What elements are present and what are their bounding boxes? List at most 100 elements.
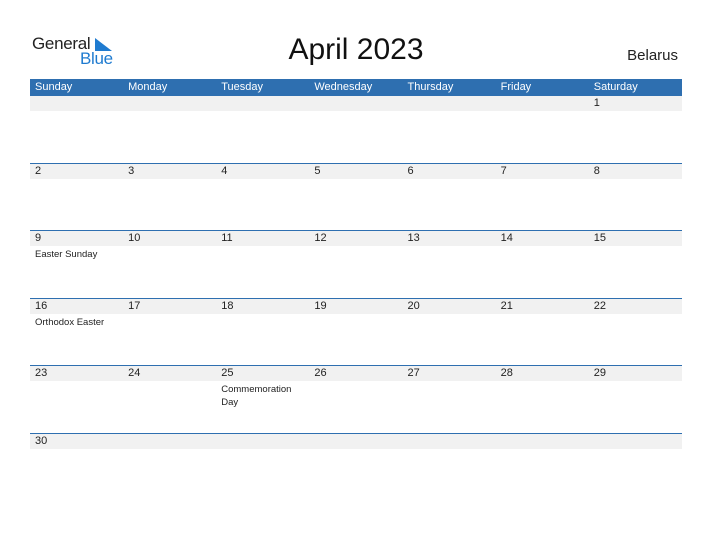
day-number xyxy=(314,96,402,111)
day-number: 8 xyxy=(593,164,600,177)
day-cell: 3 xyxy=(123,164,216,179)
week-cells: 30 xyxy=(30,434,682,449)
day-number: 18 xyxy=(221,299,234,312)
day-cell xyxy=(403,96,496,111)
day-cell xyxy=(496,96,589,111)
day-number: 4 xyxy=(221,164,228,177)
day-number xyxy=(128,434,216,449)
day-number: 16 xyxy=(35,299,48,312)
day-cell: 29 xyxy=(589,366,682,409)
day-number xyxy=(594,434,682,449)
day-number xyxy=(221,434,309,449)
weekday-friday: Friday xyxy=(500,81,532,93)
day-number: 12 xyxy=(314,232,327,244)
day-number xyxy=(501,434,589,449)
week-row: 1 xyxy=(30,96,682,163)
day-number: 13 xyxy=(407,232,420,244)
day-number xyxy=(408,434,496,449)
day-number: 15 xyxy=(593,232,606,244)
day-number: 23 xyxy=(35,367,48,379)
day-cell xyxy=(216,96,309,111)
day-number: 2 xyxy=(35,164,42,177)
day-cell: 27 xyxy=(403,366,496,409)
day-number: 30 xyxy=(35,434,48,447)
day-number: 14 xyxy=(500,232,513,244)
day-cell xyxy=(496,434,589,449)
day-cell xyxy=(309,434,402,449)
day-number: 19 xyxy=(314,299,327,312)
day-cell: 28 xyxy=(496,366,589,409)
day-number xyxy=(35,96,123,111)
day-cell: 13 xyxy=(403,231,496,261)
day-number xyxy=(408,96,496,111)
day-number xyxy=(314,434,402,449)
calendar-grid: Sunday Monday Tuesday Wednesday Thursday… xyxy=(30,79,682,500)
day-cell xyxy=(123,434,216,449)
day-cell: 15 xyxy=(589,231,682,261)
weeks-container: 1 2 3 4 5 6 7 8 9 Easter Sunday 10 11 12 13 14 15 16 Orth… xyxy=(30,96,682,500)
weekday-sunday: Sunday xyxy=(35,81,73,93)
day-number: 26 xyxy=(314,367,327,379)
day-number: 5 xyxy=(314,164,321,177)
day-cell: 21 xyxy=(496,299,589,329)
day-number: 7 xyxy=(500,164,507,177)
day-cell: 11 xyxy=(216,231,309,261)
holiday-label: Commemoration Day xyxy=(221,384,292,408)
holiday-label: Orthodox Easter xyxy=(35,316,105,328)
day-cell: 16 Orthodox Easter xyxy=(30,299,123,329)
day-cell xyxy=(216,434,309,449)
day-cell: 23 xyxy=(30,366,123,409)
day-cell: 5 xyxy=(309,164,402,179)
day-number xyxy=(128,96,216,111)
day-cell: 26 xyxy=(309,366,402,409)
day-cell: 14 xyxy=(496,231,589,261)
day-cell: 1 xyxy=(589,96,682,111)
day-number: 21 xyxy=(500,299,513,312)
weekday-tuesday: Tuesday xyxy=(221,81,264,93)
day-number: 24 xyxy=(128,367,141,379)
weekday-monday: Monday xyxy=(128,81,168,93)
day-cell: 4 xyxy=(216,164,309,179)
day-cell: 24 xyxy=(123,366,216,409)
week-cells: 9 Easter Sunday 10 11 12 13 14 15 xyxy=(30,231,682,261)
day-cell: 25 Commemoration Day xyxy=(216,366,309,409)
week-row: 30 xyxy=(30,432,682,501)
country-label: Belarus xyxy=(627,47,678,64)
day-number: 9 xyxy=(35,232,42,244)
day-cell: 9 Easter Sunday xyxy=(30,231,123,261)
day-cell: 17 xyxy=(123,299,216,329)
week-cells: 16 Orthodox Easter 17 18 19 20 21 22 xyxy=(30,299,682,329)
week-row: 16 Orthodox Easter 17 18 19 20 21 22 xyxy=(30,297,682,366)
day-number: 27 xyxy=(407,367,420,379)
day-cell: 12 xyxy=(309,231,402,261)
day-number xyxy=(221,96,309,111)
week-cells: 23 24 25 Commemoration Day 26 27 28 29 xyxy=(30,366,682,409)
day-cell xyxy=(589,434,682,449)
day-number: 28 xyxy=(500,367,513,379)
weekday-saturday: Saturday xyxy=(593,81,638,93)
day-cell: 18 xyxy=(216,299,309,329)
weekday-thursday: Thursday xyxy=(407,81,454,93)
day-cell: 6 xyxy=(403,164,496,179)
day-number: 11 xyxy=(221,232,233,244)
day-number: 3 xyxy=(128,164,135,177)
holiday-label: Easter Sunday xyxy=(35,249,98,260)
day-number: 29 xyxy=(593,367,606,379)
calendar-title: April 2023 xyxy=(288,33,424,66)
day-cell xyxy=(403,434,496,449)
day-cell xyxy=(309,96,402,111)
day-number: 1 xyxy=(593,97,600,109)
day-cell xyxy=(123,96,216,111)
week-row: 23 24 25 Commemoration Day 26 27 28 29 xyxy=(30,365,682,433)
day-number: 20 xyxy=(407,299,420,312)
weekday-wednesday: Wednesday xyxy=(314,81,373,93)
day-number xyxy=(501,96,589,111)
day-cell: 7 xyxy=(496,164,589,179)
day-number: 22 xyxy=(593,299,606,312)
day-number: 25 xyxy=(221,367,234,379)
day-cell: 2 xyxy=(30,164,123,179)
day-cell: 8 xyxy=(589,164,682,179)
day-cell: 10 xyxy=(123,231,216,261)
day-cell: 20 xyxy=(403,299,496,329)
day-cell: 30 xyxy=(30,434,123,449)
